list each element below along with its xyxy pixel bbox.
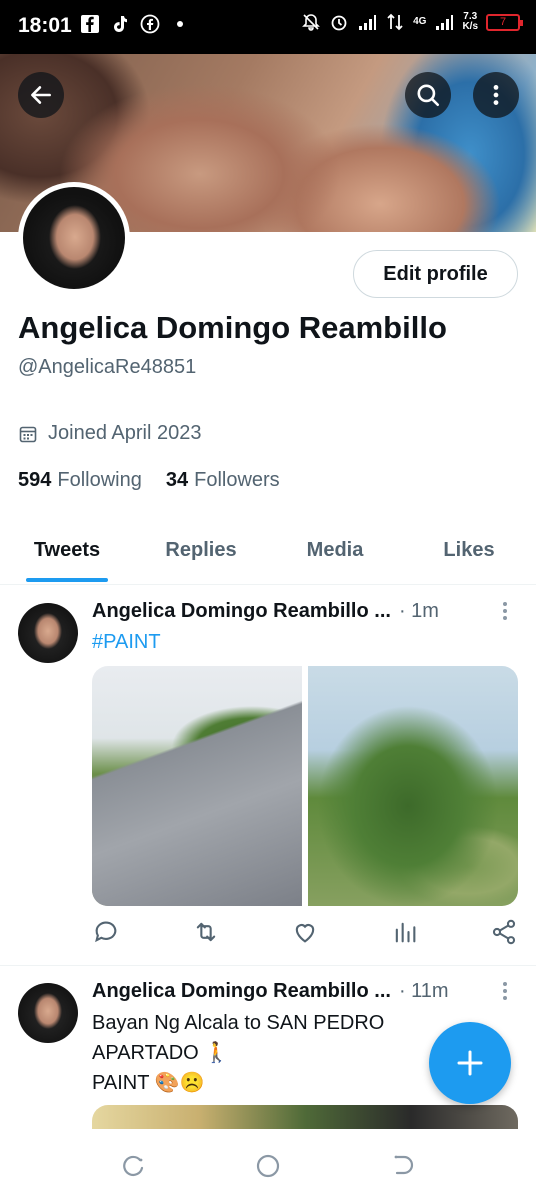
back-button[interactable]: [18, 72, 64, 118]
joined-date: Joined April 2023: [18, 422, 201, 445]
tweet-avatar[interactable]: [18, 603, 78, 663]
followers-link[interactable]: 34 Followers: [166, 469, 280, 492]
tweet-avatar[interactable]: [18, 983, 78, 1043]
tweet-author[interactable]: Angelica Domingo Reambillo ...: [92, 980, 391, 1003]
profile-tabs: Tweets Replies Media Likes: [0, 525, 536, 585]
tab-tweets[interactable]: Tweets: [0, 525, 134, 584]
tweet-divider: [0, 965, 536, 966]
more-options-button[interactable]: [473, 72, 519, 118]
vertical-dots-icon: [493, 85, 499, 105]
tweet-time[interactable]: · 11m: [399, 980, 449, 1003]
tab-likes[interactable]: Likes: [402, 525, 536, 584]
following-link[interactable]: 594 Following: [18, 469, 142, 492]
share-icon[interactable]: [490, 918, 518, 946]
back-nav-icon[interactable]: [388, 1152, 416, 1180]
retweet-icon[interactable]: [192, 918, 220, 946]
tweet-photo-road[interactable]: [92, 666, 302, 906]
tweet-actions: [92, 918, 518, 946]
search-button[interactable]: [405, 72, 451, 118]
recent-apps-icon[interactable]: [120, 1152, 148, 1180]
back-arrow-icon: [31, 86, 51, 104]
tweet-text: #PAINT: [92, 627, 161, 657]
mute-bell-icon: [302, 14, 321, 31]
tweet-text: Bayan Ng Alcala to SAN PEDRO APARTADO 🚶 …: [92, 1012, 385, 1094]
tweet-photo-trees[interactable]: [308, 666, 518, 906]
hashtag-link[interactable]: #PAINT: [92, 631, 161, 653]
views-icon[interactable]: [391, 918, 419, 946]
data-arrows-icon: [387, 13, 403, 31]
status-time: 18:01: [18, 14, 72, 37]
dot-icon: [177, 21, 183, 27]
home-icon[interactable]: [254, 1152, 282, 1180]
signal-icon-2: [436, 15, 454, 30]
follow-stats: 594 Following 34 Followers: [18, 469, 280, 492]
status-bar: 18:01 4G 7.3 K/s 7: [0, 0, 536, 54]
network-speed: 7.3 K/s: [462, 11, 478, 32]
compose-tweet-button[interactable]: [429, 1022, 511, 1104]
alarm-icon: [331, 15, 347, 31]
tab-replies[interactable]: Replies: [134, 525, 268, 584]
search-icon: [417, 84, 440, 107]
tab-media[interactable]: Media: [268, 525, 402, 584]
signal-icon: [359, 15, 377, 30]
battery-indicator: 7: [486, 13, 523, 31]
calendar-icon: [19, 426, 37, 442]
profile-handle: @AngelicaRe48851: [18, 356, 197, 378]
facebook-icon: [81, 15, 99, 33]
tweet-time[interactable]: · 1m: [399, 600, 439, 623]
tweet-header: Angelica Domingo Reambillo ... · 1m: [92, 600, 518, 623]
tweet-more-icon[interactable]: [498, 600, 512, 622]
tweet-media[interactable]: [92, 666, 518, 906]
avatar-image: [23, 187, 125, 289]
profile-name: Angelica Domingo Reambillo: [18, 310, 447, 345]
like-icon[interactable]: [291, 918, 319, 946]
tweet-header: Angelica Domingo Reambillo ... · 11m: [92, 980, 518, 1003]
edit-profile-button[interactable]: Edit profile: [353, 250, 518, 298]
system-nav-bar: [0, 1130, 536, 1200]
profile-avatar[interactable]: [18, 182, 130, 294]
reply-icon[interactable]: [92, 918, 120, 946]
tweet-media[interactable]: [92, 1105, 518, 1129]
network-type: 4G: [413, 16, 427, 27]
tweet-author[interactable]: Angelica Domingo Reambillo ...: [92, 600, 391, 623]
messenger-icon: [140, 14, 160, 34]
plus-icon: [457, 1050, 483, 1076]
tiktok-icon: [114, 16, 127, 32]
tweet-more-icon[interactable]: [498, 980, 512, 1002]
